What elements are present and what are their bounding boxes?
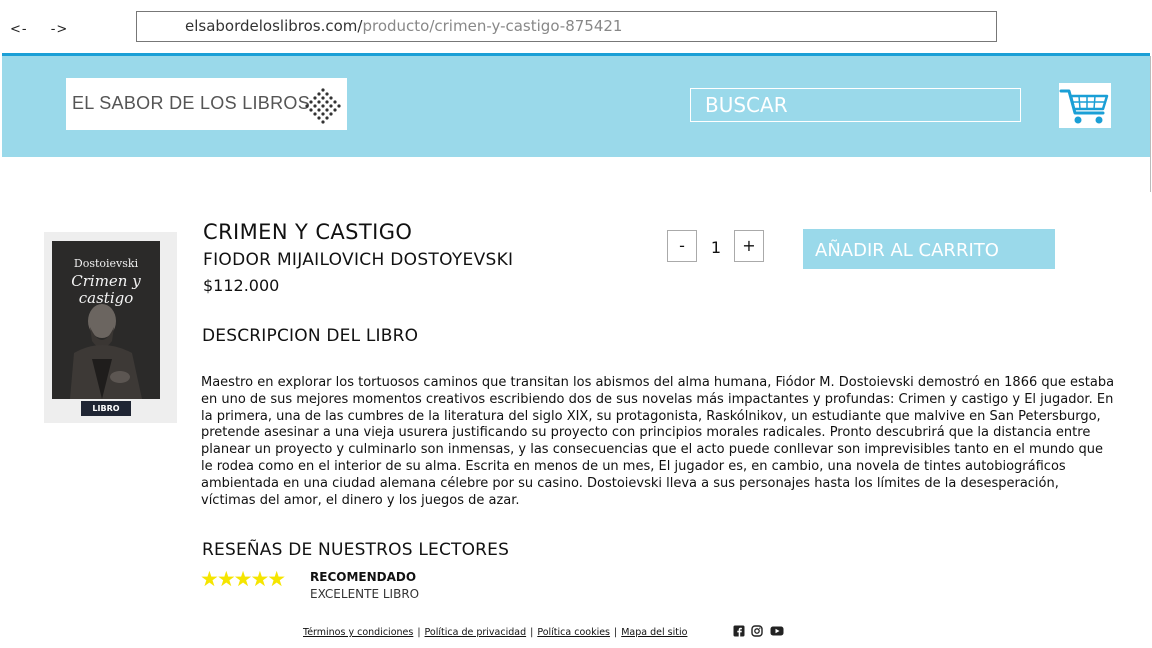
review-title: RECOMENDADO (310, 570, 417, 584)
book-cover[interactable]: Dostoievski Crimen y castigo (52, 241, 160, 399)
forward-button[interactable]: -> (51, 22, 69, 37)
footer-separator: | (417, 627, 421, 638)
product-author: FIODOR MIJAILOVICH DOSTOYEVSKI (203, 250, 514, 270)
footer-link-cookies[interactable]: Política cookies (537, 627, 610, 638)
cover-title: Crimen y castigo (71, 272, 141, 307)
footer-link-terms[interactable]: Términos y condiciones (303, 627, 413, 638)
address-bar[interactable]: elsabordeloslibros.com/producto/crimen-y… (136, 11, 997, 42)
cart-button[interactable] (1059, 83, 1111, 128)
back-button[interactable]: <- (10, 22, 28, 37)
review-text: EXCELENTE LIBRO (310, 587, 420, 601)
quantity-value[interactable]: 1 (698, 238, 734, 257)
quantity-decrease-button[interactable]: - (667, 230, 697, 262)
facebook-icon[interactable] (733, 625, 745, 637)
description-text: Maestro en explorar los tortuosos camino… (201, 375, 1115, 508)
search-box[interactable]: BUSCAR (690, 88, 1021, 122)
youtube-icon[interactable] (770, 625, 784, 637)
page-edge-line (1150, 56, 1151, 192)
shopping-cart-icon (1059, 89, 1109, 124)
logo-mark-icon (305, 88, 341, 124)
browser-nav: <- -> (10, 22, 86, 37)
url-path: producto/crimen-y-castigo-875421 (362, 17, 623, 35)
quantity-increase-button[interactable]: + (734, 230, 764, 262)
product-price: $112.000 (203, 276, 280, 295)
url-domain: elsabordeloslibros.com/ (185, 17, 363, 35)
product-title: CRIMEN Y CASTIGO (203, 220, 413, 244)
footer-links: Términos y condiciones | Política de priva… (303, 627, 687, 638)
add-to-cart-button[interactable]: AÑADIR AL CARRITO (803, 229, 1055, 269)
cover-author: Dostoievski (73, 257, 139, 270)
site-logo[interactable]: EL SABOR DE LOS LIBROS (66, 78, 347, 130)
footer-link-privacy[interactable]: Política de privacidad (425, 627, 527, 638)
review-star-rating: ★★★★★ (200, 567, 286, 591)
logo-text: EL SABOR DE LOS LIBROS (72, 93, 311, 113)
reviews-heading: RESEÑAS DE NUESTROS LECTORES (202, 540, 510, 560)
instagram-icon[interactable] (751, 625, 763, 637)
description-heading: DESCRIPCION DEL LIBRO (202, 326, 419, 346)
footer-separator: | (530, 627, 534, 638)
footer-separator: | (614, 627, 618, 638)
footer-link-sitemap[interactable]: Mapa del sitio (621, 627, 687, 638)
cover-format-tag: LIBRO (81, 401, 131, 416)
